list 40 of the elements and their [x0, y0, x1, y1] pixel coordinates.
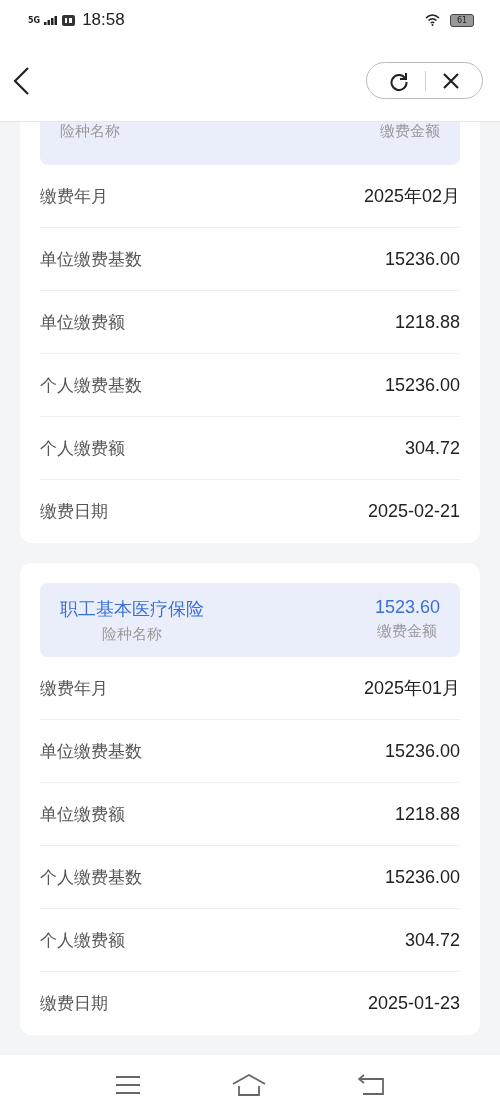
field-label: 缴费日期 — [40, 992, 108, 1015]
home-icon[interactable] — [232, 1074, 266, 1096]
network-label: 5G — [28, 15, 41, 25]
field-value: 2025-02-21 — [367, 501, 460, 522]
field-label: 单位缴费基数 — [40, 247, 142, 271]
field-value: 2025-01-23 — [367, 993, 460, 1014]
field-label: 单位缴费额 — [40, 802, 125, 826]
field-value: 15236.00 — [384, 740, 460, 762]
field-label: 单位缴费基数 — [40, 739, 142, 763]
field-value: 304.72 — [404, 437, 460, 459]
back-nav-icon[interactable] — [358, 1074, 384, 1096]
field-value: 15236.00 — [384, 866, 460, 888]
field-value: 15236.00 — [384, 248, 460, 270]
field-value: 2025年02月 — [363, 185, 460, 208]
field-label: 个人缴费基数 — [40, 865, 142, 889]
status-time: 18:58 — [82, 10, 125, 30]
close-icon[interactable] — [442, 71, 460, 90]
menu-icon[interactable] — [116, 1076, 140, 1094]
field-value: 1218.88 — [394, 803, 460, 825]
name-caption: 险种名称 — [60, 122, 120, 141]
signal-icon — [44, 15, 59, 25]
field-label: 个人缴费额 — [40, 928, 125, 952]
amount-caption: 缴费金额 — [380, 122, 440, 141]
field-label: 缴费年月 — [40, 184, 108, 208]
insurance-name: 职工基本医疗保险 — [60, 597, 204, 621]
field-label: 个人缴费基数 — [40, 373, 142, 397]
field-label: 缴费年月 — [40, 676, 108, 700]
field-value: 304.72 — [404, 929, 460, 951]
field-value: 15236.00 — [384, 374, 460, 396]
battery-level: 61 — [450, 13, 474, 27]
field-label: 单位缴费额 — [40, 310, 125, 334]
refresh-icon[interactable] — [389, 70, 409, 91]
field-value: 2025年01月 — [363, 677, 460, 700]
name-caption: 险种名称 — [102, 625, 162, 644]
field-value: 1218.88 — [394, 311, 460, 333]
amount-caption: 缴费金额 — [377, 622, 438, 641]
field-label: 缴费日期 — [40, 500, 108, 523]
amount-value: 1523.60 — [374, 597, 440, 618]
field-label: 个人缴费额 — [40, 436, 125, 460]
wifi-icon — [425, 14, 440, 26]
